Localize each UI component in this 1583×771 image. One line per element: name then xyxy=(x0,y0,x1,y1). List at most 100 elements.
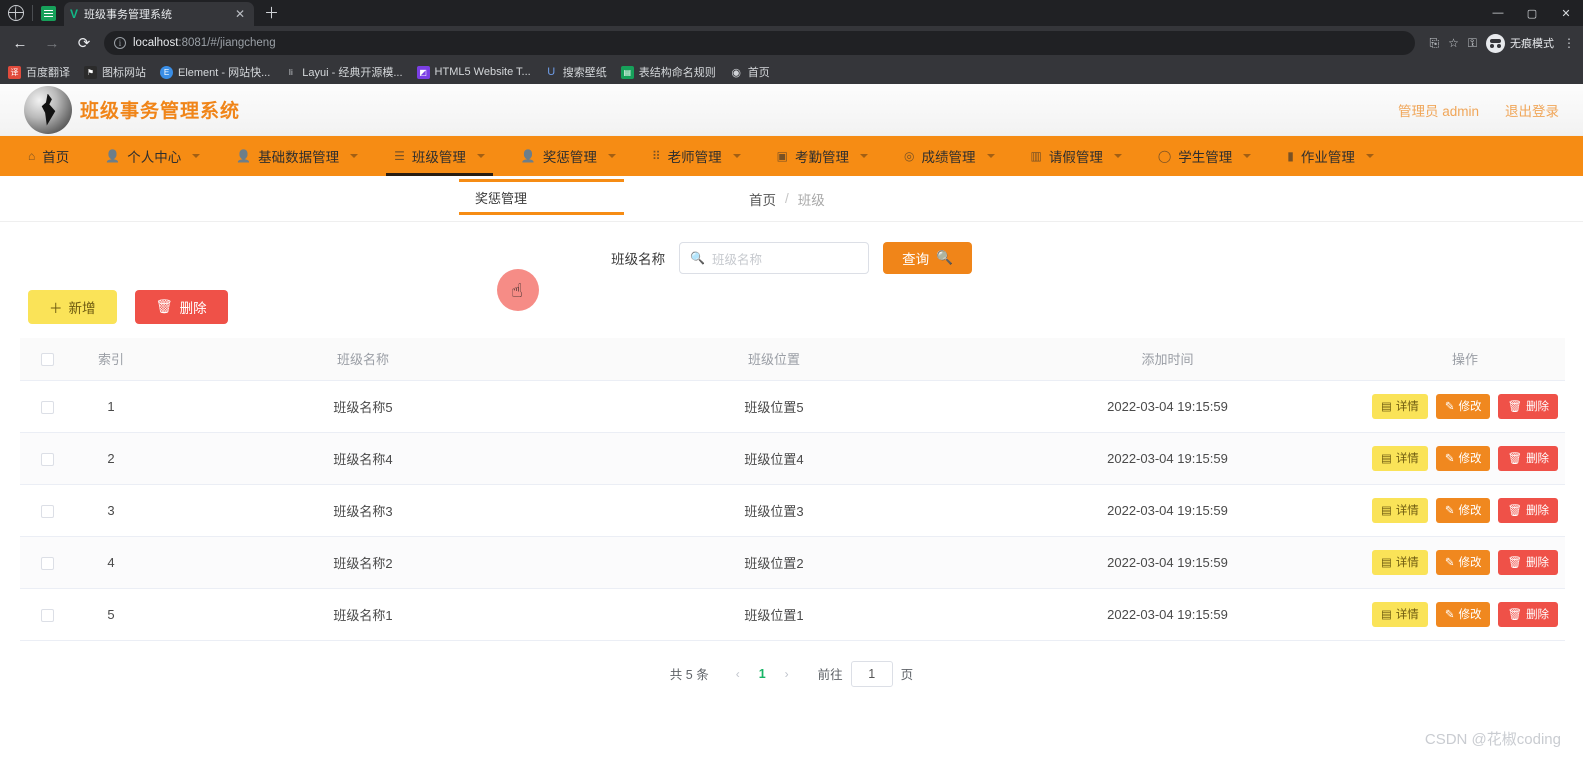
address-bar[interactable]: i localhost:8081/#/jiangcheng xyxy=(104,31,1416,55)
plus-icon: ＋ xyxy=(49,301,63,316)
row-actions: ▤ 详情 ✎ 修改 🗑 删除 xyxy=(1365,497,1565,523)
grid-icon: ⠿ xyxy=(651,149,661,163)
row-actions: ▤ 详情 ✎ 修改 🗑 删除 xyxy=(1365,445,1565,471)
table-header: 索引 班级名称 班级位置 添加时间 操作 xyxy=(20,338,1565,381)
table-row[interactable]: 3 班级名称3 班级位置3 2022-03-04 19:15:59 ▤ 详情 ✎ 修… xyxy=(20,484,1565,537)
search-icon: 🔍 xyxy=(690,251,706,265)
pagination-prev-button[interactable]: ‹ xyxy=(725,667,751,681)
row-checkbox[interactable] xyxy=(40,400,54,414)
bookmark-label: 首页 xyxy=(747,67,770,79)
row-checkbox[interactable] xyxy=(40,504,54,518)
view-tab-label: 奖惩管理 xyxy=(475,190,528,206)
detail-button-label: 详情 xyxy=(1395,401,1419,413)
nav-item-reward-punishment[interactable]: 👤 奖惩管理 xyxy=(503,136,634,176)
batch-delete-button[interactable]: 🗑 删除 xyxy=(134,290,228,324)
bookmark-item[interactable]: U 搜索壁纸 xyxy=(545,64,606,80)
mouse-cursor-icon: ☝ xyxy=(511,281,523,302)
edit-button[interactable]: ✎ 修改 xyxy=(1435,497,1491,523)
cell-operations: ▤ 详情 ✎ 修改 🗑 删除 xyxy=(1365,484,1565,537)
pagination-next-button[interactable]: › xyxy=(774,667,800,681)
row-delete-button[interactable]: 🗑 删除 xyxy=(1498,601,1559,627)
site-info-icon[interactable]: i xyxy=(114,37,126,49)
bookmark-item[interactable]: ▤ 表结构命名规则 xyxy=(620,64,716,80)
bookmark-item[interactable]: ⚑ 图标网站 xyxy=(84,64,146,80)
edit-button[interactable]: ✎ 修改 xyxy=(1435,445,1491,471)
row-checkbox[interactable] xyxy=(40,608,54,622)
extension-icon[interactable] xyxy=(41,5,56,21)
incognito-indicator[interactable]: 无痕模式 xyxy=(1486,33,1554,53)
detail-button[interactable]: ▤ 详情 xyxy=(1371,393,1428,419)
bookmark-favicon: ⚑ xyxy=(84,65,97,79)
logout-button[interactable]: 退出登录 xyxy=(1505,100,1559,120)
add-button[interactable]: ＋ 新增 xyxy=(28,290,117,324)
nav-item-home[interactable]: ⌂ 首页 xyxy=(10,136,87,176)
nav-item-class-management[interactable]: ☰ 班级管理 xyxy=(376,136,503,176)
search-input[interactable]: 🔍 班级名称 xyxy=(679,242,870,274)
calendar-icon: ▣ xyxy=(776,149,789,163)
row-delete-button[interactable]: 🗑 删除 xyxy=(1498,393,1559,419)
back-button[interactable]: ← xyxy=(8,31,32,55)
pencil-icon: ✎ xyxy=(1444,557,1455,569)
row-checkbox[interactable] xyxy=(40,556,54,570)
pagination-page-unit: 页 xyxy=(900,668,914,682)
table-row[interactable]: 5 班级名称1 班级位置1 2022-03-04 19:15:59 ▤ 详情 ✎ 修… xyxy=(20,588,1565,641)
row-actions: ▤ 详情 ✎ 修改 🗑 删除 xyxy=(1365,601,1565,627)
nav-item-homework[interactable]: ▮ 作业管理 xyxy=(1269,136,1392,176)
key-icon[interactable]: ⚿ xyxy=(1468,36,1477,51)
chrome-menu-icon[interactable]: ⋮ xyxy=(1563,36,1575,50)
row-select-cell xyxy=(20,588,74,641)
row-select-cell xyxy=(20,536,74,589)
table-row[interactable]: 4 班级名称2 班级位置2 2022-03-04 19:15:59 ▤ 详情 ✎ 修… xyxy=(20,536,1565,589)
bookmark-item[interactable]: E Element - 网站快... xyxy=(160,64,270,80)
table-row[interactable]: 1 班级名称5 班级位置5 2022-03-04 19:15:59 ▤ 详情 ✎ 修… xyxy=(20,380,1565,433)
detail-button[interactable]: ▤ 详情 xyxy=(1371,445,1428,471)
edit-button[interactable]: ✎ 修改 xyxy=(1435,601,1491,627)
bookmark-item[interactable]: 译 百度翻译 xyxy=(8,64,70,80)
maximize-button[interactable]: ▢ xyxy=(1515,0,1549,26)
pagination-page-1[interactable]: 1 xyxy=(751,667,774,681)
cell-index: 2 xyxy=(74,432,148,485)
view-tab-reward-punishment[interactable]: 奖惩管理 xyxy=(459,179,624,215)
row-delete-button[interactable]: 🗑 删除 xyxy=(1498,445,1559,471)
breadcrumb-home[interactable]: 首页 xyxy=(749,189,776,209)
web-application: 班级事务管理系统 管理员 admin 退出登录 ⌂ 首页 👤 个人中心 👤 基础… xyxy=(0,84,1583,771)
minimize-button[interactable]: — xyxy=(1481,0,1515,26)
detail-button[interactable]: ▤ 详情 xyxy=(1371,549,1428,575)
pagination: 共 5 条 ‹ 1 › 前往 1 页 xyxy=(20,641,1563,697)
nav-item-teacher-management[interactable]: ⠿ 老师管理 xyxy=(634,136,759,176)
detail-button-label: 详情 xyxy=(1395,557,1419,569)
nav-item-grades[interactable]: ◎ 成绩管理 xyxy=(886,136,1012,176)
bookmark-favicon: E xyxy=(160,65,173,79)
nav-item-personal-center[interactable]: 👤 个人中心 xyxy=(87,136,218,176)
share-icon[interactable]: ⎘ xyxy=(1429,36,1439,51)
reload-button[interactable]: ⟳ xyxy=(72,31,96,55)
search-button[interactable]: 查询 🔍 xyxy=(883,242,972,274)
row-delete-button[interactable]: 🗑 删除 xyxy=(1498,549,1559,575)
close-icon[interactable]: ✕ xyxy=(232,8,248,20)
row-delete-button[interactable]: 🗑 删除 xyxy=(1498,497,1559,523)
detail-button[interactable]: ▤ 详情 xyxy=(1371,601,1428,627)
nav-item-attendance[interactable]: ▣ 考勤管理 xyxy=(759,136,886,176)
edit-button[interactable]: ✎ 修改 xyxy=(1435,393,1491,419)
pagination-goto-input[interactable]: 1 xyxy=(850,660,893,687)
detail-button[interactable]: ▤ 详情 xyxy=(1371,497,1428,523)
current-user-label: 管理员 admin xyxy=(1397,103,1479,119)
cell-time: 2022-03-04 19:15:59 xyxy=(970,588,1365,641)
chart-icon: ▮ xyxy=(1287,149,1294,163)
browser-tab[interactable]: V 班级事务管理系统 ✕ xyxy=(64,2,254,26)
edit-button[interactable]: ✎ 修改 xyxy=(1435,549,1491,575)
table-row[interactable]: 2 班级名称4 班级位置4 2022-03-04 19:15:59 ▤ 详情 ✎ 修… xyxy=(20,432,1565,485)
nav-item-basic-data[interactable]: 👤 基础数据管理 xyxy=(218,136,376,176)
select-all-checkbox[interactable] xyxy=(40,353,54,367)
new-tab-button[interactable]: ＋ xyxy=(264,2,279,23)
row-checkbox[interactable] xyxy=(40,452,54,466)
bookmark-item[interactable]: Ii Layui - 经典开源模... xyxy=(284,64,403,80)
bookmark-item[interactable]: ◩ HTML5 Website T... xyxy=(416,65,531,79)
bookmark-item[interactable]: ◉ 首页 xyxy=(730,64,770,80)
column-header-name: 班级名称 xyxy=(148,338,578,381)
window-close-button[interactable]: ✕ xyxy=(1549,0,1583,26)
nav-item-leave[interactable]: ▥ 请假管理 xyxy=(1013,136,1140,176)
bookmark-star-icon[interactable]: ☆ xyxy=(1448,36,1459,50)
nav-item-student-management[interactable]: ◯ 学生管理 xyxy=(1140,136,1269,176)
chevron-down-icon xyxy=(350,154,359,158)
